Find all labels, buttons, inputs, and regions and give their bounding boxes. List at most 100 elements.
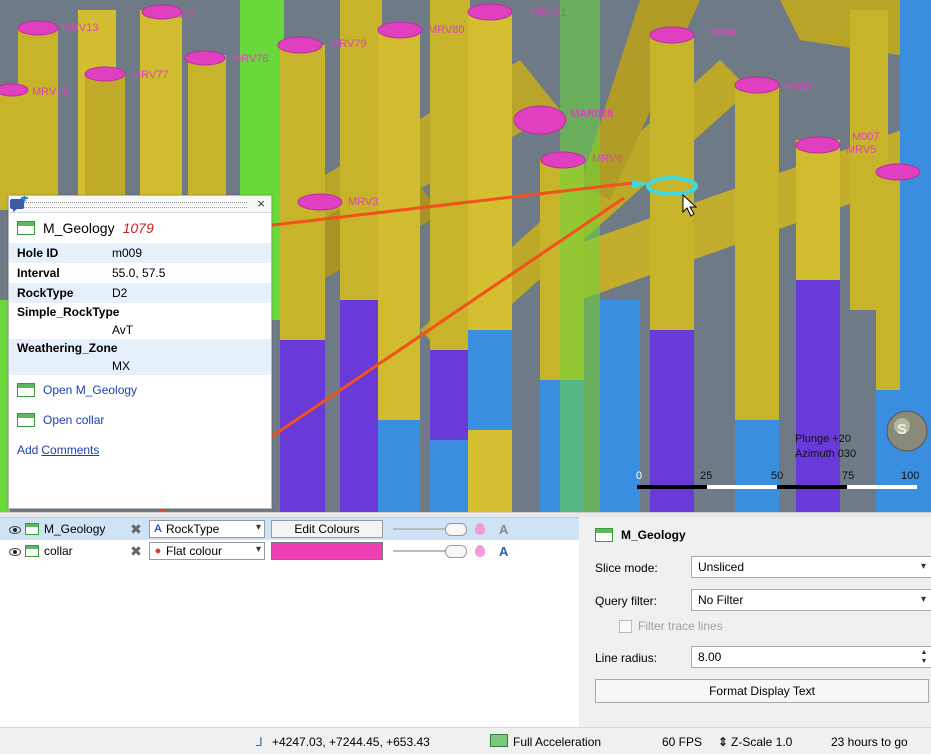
line-radius-value: 8.00	[698, 650, 722, 664]
colouring-value: Flat colour	[166, 544, 223, 558]
query-filter-select[interactable]: No Filter ▾	[691, 589, 931, 611]
object-name: M_Geology	[44, 522, 106, 536]
chevron-down-icon: ▾	[255, 544, 261, 555]
colouring-dropdown[interactable]: ● Flat colour ▾	[149, 542, 265, 560]
hole-label: MRV76	[32, 86, 69, 98]
object-name: collar	[44, 544, 73, 558]
chevron-down-icon: ▾	[920, 561, 926, 572]
status-bar: ⅃ +4247.03, +7244.45, +653.43 Full Accel…	[0, 727, 931, 754]
table-name: M_Geology	[43, 220, 115, 236]
fps-readout: 60 FPS	[662, 735, 703, 749]
add-comments-prefix[interactable]: Add	[17, 443, 38, 457]
field-value: MX	[112, 359, 130, 373]
filter-trace-checkbox[interactable]: Filter trace lines	[619, 619, 723, 633]
table-icon	[17, 221, 35, 235]
field-row: RockType D2	[9, 283, 271, 303]
hole-label: MRV53	[160, 9, 197, 21]
opacity-slider[interactable]	[393, 542, 467, 560]
eye-icon[interactable]	[9, 546, 21, 556]
properties-panel: M_Geology Slice mode: Unsliced ▾ Query f…	[587, 517, 931, 727]
open-collar-link[interactable]: Open collar	[9, 405, 271, 435]
field-key: Interval	[17, 266, 60, 280]
field-row: Weathering_Zone MX	[9, 339, 271, 375]
scale-tick: 100	[901, 470, 920, 482]
remove-icon[interactable]: ✖	[129, 543, 143, 560]
hole-label: MRV79	[330, 38, 367, 50]
popup-titlebar[interactable]: ×	[9, 196, 271, 213]
close-icon[interactable]: ×	[257, 196, 265, 211]
lighting-icon[interactable]	[475, 545, 485, 557]
query-filter-value: No Filter	[698, 593, 744, 607]
scale-tick: 25	[700, 470, 713, 482]
slider-thumb[interactable]	[445, 545, 467, 558]
compass-icon[interactable]: S	[897, 421, 907, 438]
add-comments-link[interactable]: Add Comments	[9, 196, 271, 465]
label-icon[interactable]: A	[499, 522, 508, 537]
add-comments-label[interactable]: Comments	[41, 443, 99, 457]
z-scale-value[interactable]: Z-Scale 1.0	[731, 735, 792, 749]
3d-scene-viewport[interactable]: MRV13 MRV53 MRV77 MRV76 MRV79 MRV78 MRV8…	[0, 0, 931, 512]
time-remaining: 23 hours to go	[831, 735, 908, 749]
opacity-slider[interactable]	[393, 520, 467, 538]
table-icon	[595, 528, 613, 542]
object-row[interactable]: collar ✖ ● Flat colour ▾ A	[0, 540, 580, 562]
hole-label: M009	[708, 27, 736, 39]
open-geology-link[interactable]: Open M_Geology	[9, 375, 271, 405]
comment-add-icon	[10, 196, 28, 212]
z-scale-icon: ⇕	[718, 735, 729, 749]
hole-label: MRV78	[232, 53, 269, 65]
table-icon	[17, 413, 35, 427]
query-filter-label: Query filter:	[595, 594, 658, 608]
field-row: Interval 55.0, 57.5	[9, 263, 271, 283]
field-key: Weathering_Zone	[17, 341, 118, 355]
field-row: Hole ID m009	[9, 243, 271, 263]
field-value: 55.0, 57.5	[112, 266, 166, 280]
slider-thumb[interactable]	[445, 523, 467, 536]
scale-tick: 0	[636, 470, 643, 482]
chevron-down-icon: ▾	[255, 522, 261, 533]
hole-label: MRV13	[62, 22, 99, 34]
remove-icon[interactable]: ✖	[129, 521, 143, 538]
format-display-text-button[interactable]: Format Display Text	[595, 679, 929, 703]
monitor-icon	[490, 734, 508, 747]
field-value: D2	[112, 286, 128, 300]
slice-mode-label: Slice mode:	[595, 561, 658, 575]
table-icon	[17, 383, 35, 397]
object-row[interactable]: M_Geology ✖ A RockType ▾ Edit Colours A	[0, 518, 580, 540]
line-radius-label: Line radius:	[595, 651, 658, 665]
slice-mode-select[interactable]: Unsliced ▾	[691, 556, 931, 578]
field-key: Simple_RockType	[17, 305, 120, 319]
hole-label: MRV80	[428, 24, 465, 36]
rocktype-icon: A	[154, 523, 162, 535]
line-radius-spinbox[interactable]: 8.00 ▲ ▼	[691, 646, 931, 668]
slice-mode-value: Unsliced	[698, 560, 745, 574]
lighting-icon[interactable]	[475, 523, 485, 535]
cursor-coordinates: +4247.03, +7244.45, +653.43	[272, 735, 430, 749]
hole-label: MAR028	[570, 108, 614, 120]
spinner-arrows-icon[interactable]: ▲ ▼	[920, 648, 928, 666]
vertical-splitter[interactable]	[579, 517, 587, 727]
plunge-label: Plunge +20	[795, 433, 851, 445]
checkbox-box[interactable]	[619, 619, 632, 633]
open-collar-label[interactable]: Open collar	[43, 413, 104, 427]
acceleration-status: Full Acceleration	[513, 735, 602, 749]
hole-label: M007	[852, 131, 880, 143]
drag-grip[interactable]	[13, 202, 247, 208]
field-value: AvT	[112, 323, 134, 337]
label-icon[interactable]: A	[499, 544, 508, 559]
colouring-value: RockType	[166, 522, 220, 536]
hole-label: MRV81	[530, 7, 567, 19]
table-icon	[25, 545, 39, 557]
scale-tick: 75	[842, 470, 855, 482]
record-id: 1079	[122, 220, 154, 236]
hole-label: M008	[784, 81, 812, 93]
eye-icon[interactable]	[9, 524, 21, 534]
scale-tick: 50	[771, 470, 784, 482]
field-value: m009	[112, 246, 143, 260]
open-geology-label[interactable]: Open M_Geology	[43, 383, 137, 397]
colouring-dropdown[interactable]: A RockType ▾	[149, 520, 265, 538]
hole-label: MRV6	[592, 153, 623, 165]
colour-swatch[interactable]	[271, 542, 383, 560]
edit-colours-button[interactable]: Edit Colours	[271, 520, 383, 538]
axis-icon: ⅃	[256, 735, 263, 749]
